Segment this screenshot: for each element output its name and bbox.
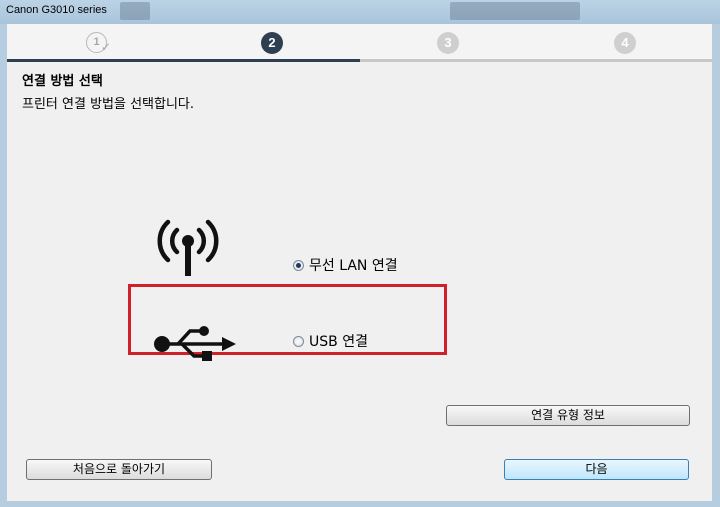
page-subtitle: 프린터 연결 방법을 선택합니다. <box>22 97 195 112</box>
window-frame-right <box>712 24 720 507</box>
step-progress-pending <box>360 59 712 62</box>
next-button[interactable]: 다음 <box>504 459 689 480</box>
step-4-badge: 4 <box>614 32 636 54</box>
wireless-lan-option[interactable]: 무선 LAN 연결 <box>293 255 398 275</box>
window-title: Canon G3010 series <box>6 4 107 16</box>
usb-radio[interactable] <box>293 335 304 347</box>
usb-option-label[interactable]: USB 연결 <box>309 331 368 351</box>
checkmark-icon: ✓ <box>101 40 112 54</box>
usb-option[interactable]: USB 연결 <box>293 331 368 351</box>
usb-icon <box>154 326 236 361</box>
wireless-icon <box>157 219 219 276</box>
wireless-option-label[interactable]: 무선 LAN 연결 <box>309 255 398 275</box>
installer-dialog: 1 ✓ 2 3 4 연결 방법 선택 프린터 연결 방법을 선택합니다. 무선 … <box>7 24 712 501</box>
wireless-radio[interactable] <box>293 259 304 271</box>
step-3-badge: 3 <box>437 32 459 54</box>
step-2-badge: 2 <box>261 32 283 54</box>
window-frame-left <box>0 24 7 507</box>
step-indicator: 1 ✓ 2 3 4 <box>7 24 712 62</box>
step-progress-done <box>7 59 360 62</box>
page-title: 연결 방법 선택 <box>22 74 103 89</box>
back-to-start-button[interactable]: 처음으로 돌아가기 <box>26 459 212 480</box>
background-window-ghost <box>120 2 150 20</box>
window-frame-bottom <box>0 501 720 507</box>
connection-type-info-button[interactable]: 연결 유형 정보 <box>446 405 690 426</box>
window-titlebar[interactable]: Canon G3010 series <box>0 0 720 24</box>
background-window-ghost <box>450 2 580 20</box>
